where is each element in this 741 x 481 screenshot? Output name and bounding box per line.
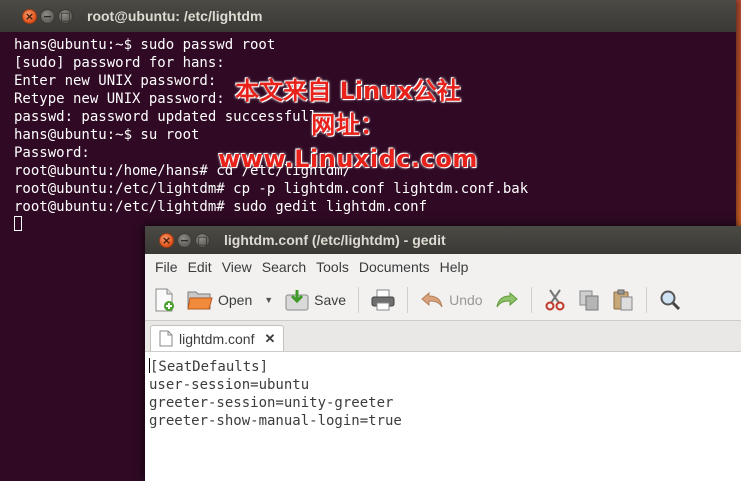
text-editor[interactable]: [SeatDefaults] user-session=ubuntu greet… <box>145 352 741 430</box>
open-recent-dropdown[interactable]: ▼ <box>264 295 273 305</box>
text-file-icon <box>159 330 173 347</box>
menu-search[interactable]: Search <box>257 259 311 275</box>
paste-button[interactable] <box>612 289 634 311</box>
paste-icon <box>613 289 633 311</box>
menu-file[interactable]: File <box>150 259 183 275</box>
gedit-window-controls: × − □ <box>159 232 210 248</box>
print-button[interactable] <box>371 289 395 311</box>
terminal-title: root@ubuntu: /etc/lightdm <box>87 8 263 24</box>
editor-line: user-session=ubuntu <box>149 377 310 393</box>
terminal-line: root@ubuntu:/etc/lightdm# sudo gedit lig… <box>14 199 428 215</box>
maximize-icon[interactable]: □ <box>58 8 73 24</box>
tab-lightdm-conf[interactable]: lightdm.conf ✕ <box>150 325 285 351</box>
open-button[interactable]: Open <box>187 289 252 311</box>
tab-bar: lightdm.conf ✕ <box>145 321 741 352</box>
new-button[interactable] <box>153 288 175 312</box>
editor-line: greeter-session=unity-greeter <box>149 395 394 411</box>
watermark: 本文来自 Linux公社 网址：www.Linuxidc.com <box>188 74 508 176</box>
editor-line: greeter-show-manual-login=true <box>149 413 402 429</box>
close-icon[interactable]: × <box>159 232 174 248</box>
watermark-line-2: 网址：www.Linuxidc.com <box>218 111 478 173</box>
copy-button[interactable] <box>578 289 600 311</box>
search-icon <box>660 290 680 311</box>
close-icon[interactable]: ✕ <box>264 331 275 347</box>
editor-line: [SeatDefaults] <box>149 358 741 376</box>
menubar: File Edit View Search Tools Documents He… <box>145 254 741 280</box>
undo-button[interactable]: Undo <box>420 290 483 310</box>
folder-open-icon <box>187 291 213 310</box>
save-icon <box>285 290 309 311</box>
toolbar-separator <box>530 287 532 313</box>
maximize-icon[interactable]: □ <box>195 232 210 248</box>
find-button[interactable] <box>659 289 681 311</box>
gedit-titlebar[interactable]: × − □ lightdm.conf (/etc/lightdm) - gedi… <box>145 226 741 254</box>
menu-documents[interactable]: Documents <box>354 259 435 275</box>
scissors-icon <box>545 289 565 311</box>
terminal-line: root@ubuntu:/etc/lightdm# cp -p lightdm.… <box>14 181 529 197</box>
close-icon[interactable]: × <box>22 8 37 24</box>
minimize-icon[interactable]: − <box>40 8 55 24</box>
toolbar-separator <box>358 287 360 313</box>
gedit-window[interactable]: × − □ lightdm.conf (/etc/lightdm) - gedi… <box>145 226 741 481</box>
toolbar-separator <box>645 287 647 313</box>
open-label: Open <box>218 292 253 308</box>
chevron-down-icon: ▼ <box>264 295 274 305</box>
copy-icon <box>579 290 599 311</box>
undo-icon <box>421 291 443 308</box>
toolbar-separator <box>407 287 409 313</box>
menu-tools[interactable]: Tools <box>311 259 354 275</box>
terminal-line: hans@ubuntu:~$ sudo passwd root <box>14 37 276 53</box>
gedit-title: lightdm.conf (/etc/lightdm) - gedit <box>224 232 446 248</box>
terminal-line: [sudo] password for hans: <box>14 55 225 71</box>
printer-icon <box>371 289 395 311</box>
editor-line-text: [SeatDefaults] <box>150 359 269 375</box>
save-label: Save <box>314 292 347 308</box>
menu-view[interactable]: View <box>217 259 257 275</box>
new-document-icon <box>155 288 174 312</box>
terminal-cursor <box>14 216 22 231</box>
menu-edit[interactable]: Edit <box>183 259 217 275</box>
undo-label: Undo <box>449 292 483 308</box>
redo-icon <box>496 291 518 308</box>
menu-help[interactable]: Help <box>435 259 474 275</box>
toolbar: Open ▼ Save Undo <box>145 280 741 321</box>
tab-label: lightdm.conf <box>179 330 255 347</box>
minimize-icon[interactable]: − <box>177 232 192 248</box>
cut-button[interactable] <box>544 289 566 311</box>
save-button[interactable]: Save <box>285 289 346 311</box>
watermark-line-1: 本文来自 Linux公社 <box>235 77 461 105</box>
terminal-titlebar[interactable]: × − □ root@ubuntu: /etc/lightdm <box>0 0 736 32</box>
terminal-window-controls: × − □ <box>22 8 73 24</box>
redo-button[interactable] <box>495 290 519 310</box>
